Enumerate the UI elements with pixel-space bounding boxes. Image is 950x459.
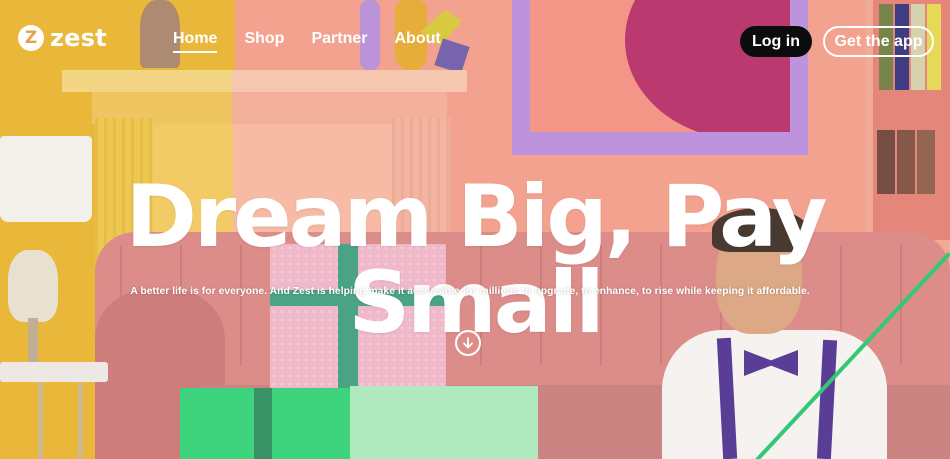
hero-subtext: A better life is for everyone. And Zest … (130, 286, 810, 297)
logo-mark-icon: Z (18, 25, 44, 51)
nav-link-shop[interactable]: Shop (244, 30, 284, 53)
logo-wordmark: zest (50, 24, 107, 52)
scroll-down-button[interactable] (455, 330, 481, 356)
logo-glyph: Z (24, 27, 38, 48)
arrow-down-icon (463, 337, 473, 349)
hero-section: Z zest Home Shop Partner About Log in Ge… (0, 0, 950, 459)
hero-headline: Dream Big, Pay Small (125, 167, 827, 353)
nav-link-partner[interactable]: Partner (311, 30, 367, 53)
login-button[interactable]: Log in (740, 26, 812, 57)
nav-link-about[interactable]: About (394, 30, 440, 53)
zest-logo[interactable]: Z zest (18, 24, 107, 52)
main-nav: Home Shop Partner About (173, 30, 441, 53)
get-app-button[interactable]: Get the app (823, 26, 934, 57)
nav-link-home[interactable]: Home (173, 30, 218, 53)
